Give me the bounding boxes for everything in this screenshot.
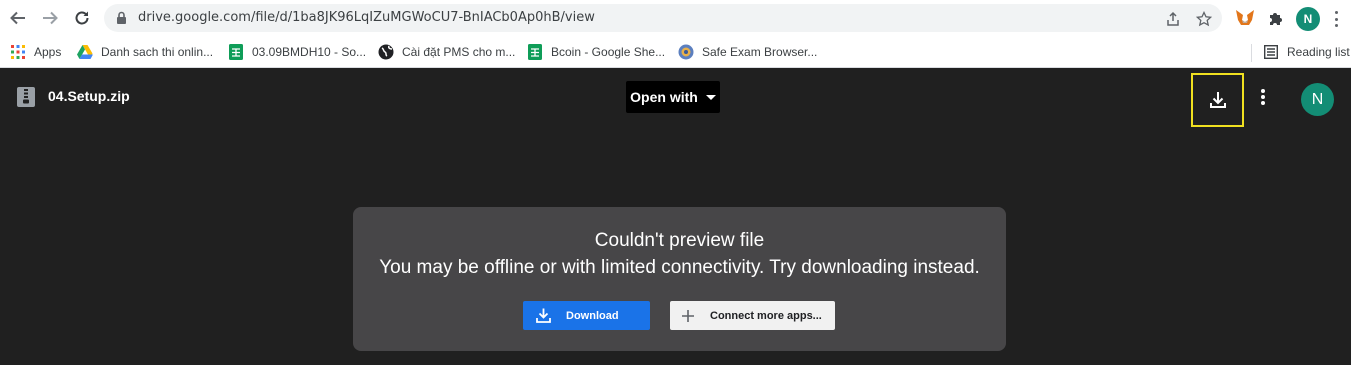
google-sheets-icon	[228, 44, 244, 60]
more-dot	[1261, 101, 1265, 105]
bookmark-03-09bmdh10[interactable]: 03.09BMDH10 - So...	[228, 42, 366, 62]
browser-profile-avatar[interactable]: N	[1296, 7, 1320, 31]
reload-icon	[75, 11, 89, 25]
google-sheets-icon	[527, 44, 543, 60]
viewer-header: 04.Setup.zip Open with N	[0, 69, 1351, 127]
forward-button[interactable]	[38, 6, 62, 30]
safe-exam-browser-icon	[678, 44, 694, 60]
bookmark-label: Bcoin - Google She...	[551, 45, 666, 59]
bookmark-safe-exam-browser[interactable]: Safe Exam Browser...	[678, 42, 817, 62]
download-toolbar-button[interactable]	[1191, 73, 1244, 127]
connect-more-apps-label: Connect more apps...	[710, 309, 822, 322]
download-button[interactable]: Download	[523, 301, 650, 330]
share-button[interactable]	[1164, 10, 1182, 28]
puzzle-piece-icon	[1270, 13, 1282, 25]
globe-icon	[378, 44, 394, 60]
reading-list-label: Reading list	[1287, 45, 1350, 59]
metamask-extension-button[interactable]	[1234, 7, 1256, 29]
download-label: Download	[566, 309, 619, 322]
bookmark-label: Danh sach thi onlin...	[101, 45, 214, 59]
bookmark-cai-dat-pms[interactable]: Cài đặt PMS cho m...	[378, 42, 515, 62]
download-icon	[1209, 92, 1226, 108]
more-actions-button[interactable]	[1258, 87, 1268, 107]
bookmark-label: Apps	[34, 45, 62, 59]
bookmark-danh-sach[interactable]: Danh sach thi onlin...	[77, 42, 213, 62]
download-icon	[536, 308, 551, 323]
reading-list-button[interactable]: Reading list	[1263, 42, 1350, 62]
back-arrow-icon	[10, 11, 25, 25]
more-dot	[1261, 95, 1265, 99]
menu-dot	[1334, 24, 1338, 27]
file-name: 04.Setup.zip	[48, 88, 130, 104]
google-drive-icon	[77, 44, 93, 60]
bookmark-label: Cài đặt PMS cho m...	[402, 45, 516, 59]
star-icon	[1196, 11, 1212, 27]
archive-file-icon	[17, 87, 35, 107]
bookmarks-divider	[1251, 44, 1252, 62]
caret-down-icon	[705, 94, 716, 100]
metamask-fox-icon	[1236, 10, 1254, 25]
bookmarks-bar: Apps Danh sach thi onlin... 03.09BMDH10 …	[0, 36, 1351, 68]
preview-error-message: You may be offline or with limited conne…	[379, 257, 980, 278]
more-dot	[1261, 89, 1265, 93]
account-avatar[interactable]: N	[1301, 83, 1334, 116]
bookmark-star-button[interactable]	[1195, 10, 1213, 28]
bookmark-label: Safe Exam Browser...	[702, 45, 818, 59]
bookmark-label: 03.09BMDH10 - So...	[252, 45, 367, 59]
open-with-button[interactable]: Open with	[626, 81, 720, 113]
back-button[interactable]	[6, 6, 30, 30]
menu-dot	[1334, 11, 1338, 14]
drive-file-viewer: 04.Setup.zip Open with N Couldn't previe…	[0, 69, 1351, 365]
browser-toolbar: drive.google.com/file/d/1ba8JK96LqIZuMGW…	[0, 0, 1351, 36]
bookmark-apps[interactable]: Apps	[10, 42, 61, 62]
share-icon	[1167, 11, 1179, 26]
reading-list-icon	[1263, 44, 1279, 60]
plus-icon	[682, 309, 694, 322]
extensions-button[interactable]	[1265, 7, 1287, 29]
preview-error-title: Couldn't preview file	[594, 230, 765, 251]
forward-arrow-icon	[43, 11, 58, 25]
open-with-label: Open with	[630, 89, 698, 105]
browser-menu-button[interactable]	[1330, 9, 1342, 29]
url-text: drive.google.com/file/d/1ba8JK96LqIZuMGW…	[138, 10, 595, 25]
reload-button[interactable]	[70, 6, 94, 30]
menu-dot	[1334, 17, 1338, 21]
preview-error-card: Couldn't preview file You may be offline…	[353, 207, 1006, 351]
apps-grid-icon	[10, 44, 26, 60]
connect-more-apps-button[interactable]: Connect more apps...	[670, 301, 835, 330]
bookmark-bcoin[interactable]: Bcoin - Google She...	[527, 42, 665, 62]
address-bar[interactable]: drive.google.com/file/d/1ba8JK96LqIZuMGW…	[104, 4, 1222, 32]
lock-icon	[117, 11, 126, 24]
